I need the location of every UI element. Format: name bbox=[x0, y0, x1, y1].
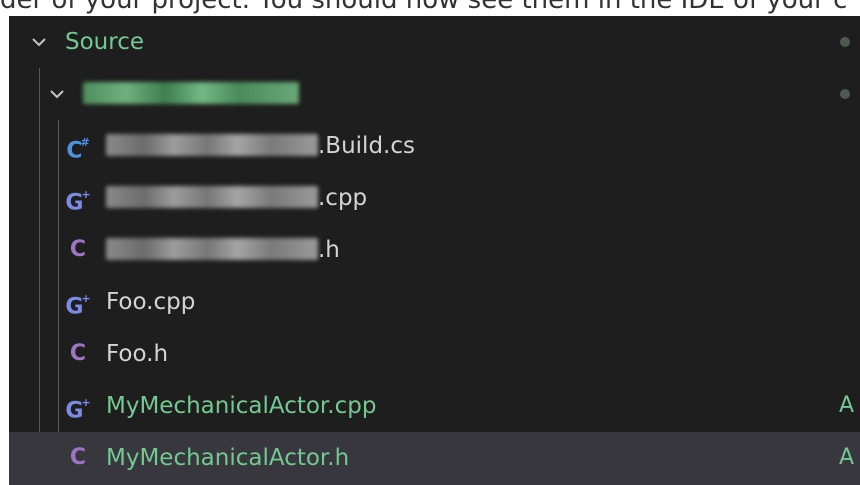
explorer-tree: Source C# .Build.cs G+ .cpp C .h G+ Foo.… bbox=[9, 16, 860, 485]
icon-glyph: C bbox=[69, 341, 87, 366]
cpp-file-icon: G+ bbox=[65, 172, 91, 224]
git-modified-dot bbox=[840, 37, 850, 47]
chevron-down-icon[interactable] bbox=[29, 32, 49, 52]
csharp-file-icon: C# bbox=[65, 120, 91, 172]
git-status-added-badge: A bbox=[838, 445, 854, 470]
caption-fragment: der of your project. You should now see … bbox=[0, 0, 848, 15]
tree-item-mymechanicalactor-cpp[interactable]: G+ MyMechanicalActor.cpp A bbox=[9, 380, 860, 432]
icon-glyph-sup: + bbox=[81, 188, 91, 201]
redacted-name bbox=[106, 185, 318, 208]
left-margin bbox=[0, 16, 9, 485]
redacted-name bbox=[83, 81, 299, 104]
header-file-icon: C bbox=[65, 328, 91, 380]
file-extension: .Build.cs bbox=[318, 133, 415, 159]
file-extension: .h bbox=[318, 237, 340, 263]
chevron-down-icon[interactable] bbox=[47, 84, 67, 104]
icon-glyph-sup: + bbox=[81, 292, 91, 305]
tree-item-label: Foo.cpp bbox=[106, 289, 196, 315]
tree-item-label: Source bbox=[65, 29, 144, 55]
git-modified-dot bbox=[840, 89, 850, 99]
icon-glyph: C bbox=[69, 445, 87, 470]
cpp-file-icon: G+ bbox=[65, 276, 91, 328]
icon-glyph-sup: # bbox=[80, 136, 90, 149]
tree-item-foo-cpp[interactable]: G+ Foo.cpp bbox=[9, 276, 860, 328]
header-file-icon: C bbox=[65, 224, 91, 276]
caption-strip: der of your project. You should now see … bbox=[0, 0, 860, 16]
tree-item-label: .Build.cs bbox=[106, 120, 415, 172]
redacted-name bbox=[106, 237, 318, 260]
tree-item-module-h[interactable]: C .h bbox=[9, 224, 860, 276]
tree-item-label: .cpp bbox=[106, 172, 367, 224]
redacted-name bbox=[106, 133, 318, 156]
tree-item-label: MyMechanicalActor.cpp bbox=[106, 393, 377, 419]
tree-item-mymechanicalactor-h[interactable]: C MyMechanicalActor.h A bbox=[9, 432, 860, 485]
icon-glyph: C bbox=[69, 237, 87, 262]
tree-item-build-cs[interactable]: C# .Build.cs bbox=[9, 120, 860, 172]
tree-item-label: MyMechanicalActor.h bbox=[106, 445, 350, 471]
tree-item-label: Foo.h bbox=[106, 341, 169, 367]
tree-item-label: .h bbox=[106, 224, 340, 276]
tree-item-source-folder[interactable]: Source bbox=[9, 16, 860, 68]
git-status-added-badge: A bbox=[838, 393, 854, 418]
icon-glyph-sup: + bbox=[81, 396, 91, 409]
file-extension: .cpp bbox=[318, 185, 368, 211]
header-file-icon: C bbox=[65, 432, 91, 484]
cpp-file-icon: G+ bbox=[65, 380, 91, 432]
tree-item-module-folder[interactable] bbox=[9, 68, 860, 120]
tree-item-module-cpp[interactable]: G+ .cpp bbox=[9, 172, 860, 224]
tree-item-foo-h[interactable]: C Foo.h bbox=[9, 328, 860, 380]
tree-item-label-redacted bbox=[83, 68, 299, 120]
